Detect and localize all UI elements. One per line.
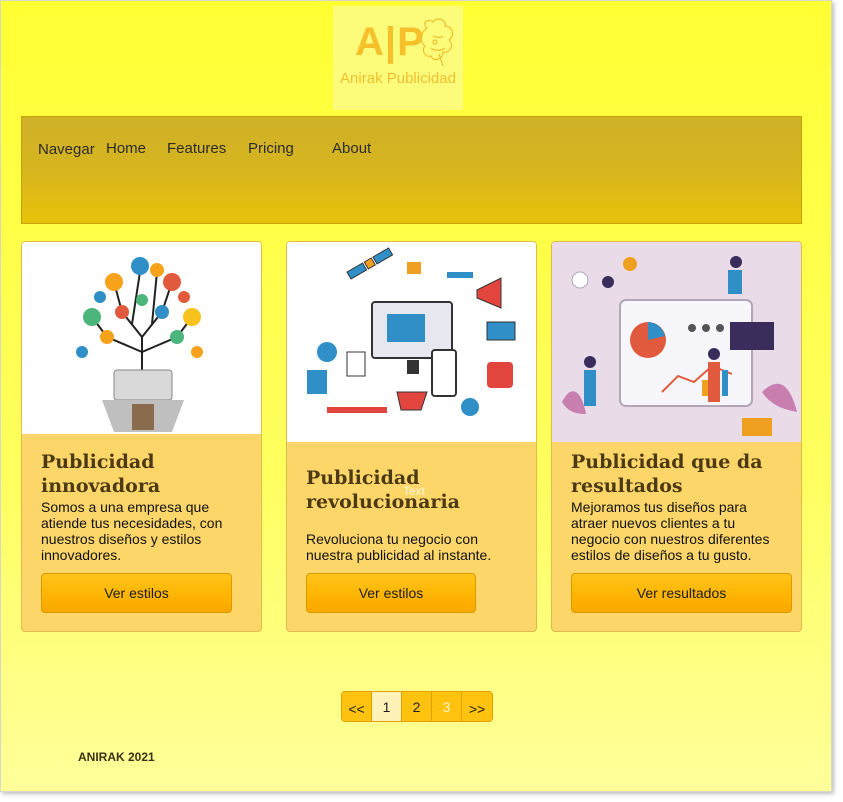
card-text: Somos a una empresa que atiende tus nece… bbox=[41, 499, 223, 563]
nav-link-home[interactable]: Home bbox=[106, 140, 146, 157]
card-innovadora: Publicidad innovadora Somos a una empres… bbox=[21, 241, 262, 632]
pagination-page-2[interactable]: 2 bbox=[402, 692, 432, 721]
navbar-brand[interactable]: Navegar bbox=[38, 141, 95, 158]
card-title: Publicidad revolucionaria bbox=[306, 467, 460, 513]
card-resultados: Publicidad que da resultados Mejoramos t… bbox=[551, 241, 802, 632]
nav-link-pricing[interactable]: Pricing bbox=[248, 140, 294, 157]
navbar: Navegar Home Features Pricing About bbox=[21, 116, 802, 224]
logo-mark: A|P bbox=[355, 20, 425, 65]
leaf-face-icon bbox=[420, 18, 454, 67]
card-title: Publicidad innovadora bbox=[41, 451, 161, 497]
page: A|P Anirak Publicidad Navegar Home Featu… bbox=[0, 0, 832, 792]
logo[interactable]: A|P Anirak Publicidad bbox=[333, 6, 463, 110]
pagination-next[interactable]: >> bbox=[462, 692, 492, 721]
analytics-dashboard-illustration bbox=[552, 242, 801, 442]
pagination-page-1[interactable]: 1 bbox=[372, 692, 402, 721]
nav-link-features[interactable]: Features bbox=[167, 140, 226, 157]
card-revolucionaria: Text Publicidad revolucionaria Revolucio… bbox=[286, 241, 537, 632]
idea-tree-laptop-illustration bbox=[22, 242, 261, 434]
ver-estilos-button[interactable]: Ver estilos bbox=[41, 573, 232, 613]
digital-advertising-illustration bbox=[287, 242, 536, 442]
nav-link-about[interactable]: About bbox=[332, 140, 371, 157]
card-text: Mejoramos tus diseños para atraer nuevos… bbox=[571, 499, 770, 563]
card-text: Revoluciona tu negocio con nuestra publi… bbox=[306, 531, 492, 563]
pagination: << 1 2 3 >> bbox=[341, 691, 493, 722]
logo-name: Anirak Publicidad bbox=[340, 70, 456, 87]
pagination-page-3[interactable]: 3 bbox=[432, 692, 462, 721]
ver-estilos-button[interactable]: Ver estilos bbox=[306, 573, 476, 613]
ver-resultados-button[interactable]: Ver resultados bbox=[571, 573, 792, 613]
card-title: Publicidad que da resultados bbox=[571, 451, 763, 497]
pagination-prev[interactable]: << bbox=[342, 692, 372, 721]
logo-mark-text: A|P bbox=[355, 20, 425, 64]
footer-text: ANIRAK 2021 bbox=[78, 750, 155, 764]
